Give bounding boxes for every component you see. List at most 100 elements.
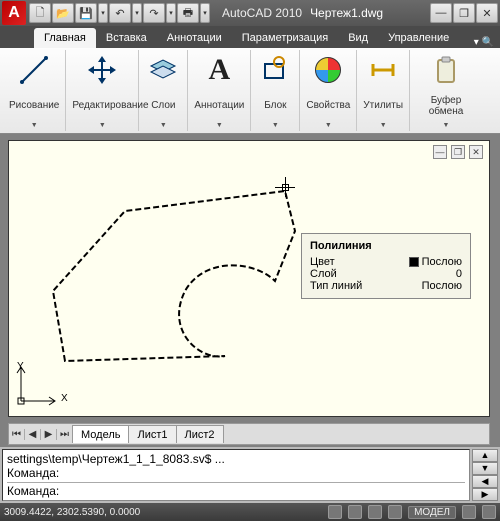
- command-prompt[interactable]: Команда:: [7, 482, 465, 498]
- tooltip-linetype-val: Послою: [422, 280, 462, 292]
- measure-icon: [365, 52, 401, 88]
- tab-parametric[interactable]: Параметризация: [232, 28, 338, 48]
- panel-layers[interactable]: Слои ▼: [139, 50, 188, 131]
- panel-label: Слои: [151, 100, 175, 111]
- tab-home[interactable]: Главная: [34, 28, 96, 48]
- command-hist-line: settings\temp\Чертеж1_1_1_8083.sv$ ...: [7, 452, 465, 466]
- qat-save-drop[interactable]: ▾: [98, 3, 108, 23]
- model-space-button[interactable]: МОДЕЛ: [408, 506, 456, 519]
- panel-annotation[interactable]: A Аннотации ▼: [188, 50, 251, 131]
- panel-drop-icon[interactable]: ▼: [160, 122, 167, 129]
- qat-print[interactable]: 🖶: [177, 3, 199, 23]
- tooltip-layer-key: Слой: [310, 268, 337, 280]
- ribbon-tabs: Главная Вставка Аннотации Параметризация…: [0, 26, 500, 48]
- coordinates-readout: 3009.4422, 2302.5390, 0.0000: [4, 507, 140, 518]
- qat-customize[interactable]: ▾: [200, 3, 210, 23]
- drawing-canvas[interactable]: — ❐ ✕ Полилиния ЦветПослою Слой0 Тип лин…: [8, 140, 490, 417]
- layout-tab-sheet2[interactable]: Лист2: [176, 425, 224, 443]
- ucs-y-label: Y: [17, 361, 24, 372]
- panel-label: Блок: [264, 100, 286, 111]
- panel-properties[interactable]: Свойства ▼: [300, 50, 357, 131]
- qat-save[interactable]: 💾: [75, 3, 97, 23]
- command-scrollbar[interactable]: ▲ ▼ ◀ ▶: [472, 449, 498, 501]
- panel-drop-icon[interactable]: ▼: [216, 122, 223, 129]
- status-toggle[interactable]: [388, 505, 402, 519]
- entity-tooltip: Полилиния ЦветПослою Слой0 Тип линийПосл…: [301, 233, 471, 299]
- panel-drop-icon[interactable]: ▼: [272, 122, 279, 129]
- scroll-left-icon[interactable]: ◀: [472, 475, 498, 488]
- tooltip-title: Полилиния: [310, 240, 462, 252]
- panel-drop-icon[interactable]: ▼: [31, 122, 38, 129]
- polyline-object[interactable]: [45, 171, 345, 396]
- layout-tab-model[interactable]: Модель: [72, 425, 129, 443]
- status-toggle[interactable]: [348, 505, 362, 519]
- viewport-maximize[interactable]: ❐: [451, 145, 465, 159]
- command-hist-line: Команда:: [7, 466, 465, 480]
- command-line-area: settings\temp\Чертеж1_1_1_8083.sv$ ... К…: [0, 447, 500, 503]
- layers-icon: [145, 52, 181, 88]
- tooltip-color-val: Послою: [422, 256, 462, 268]
- scroll-down-icon[interactable]: ▼: [472, 462, 498, 475]
- block-icon: [257, 52, 293, 88]
- panel-drop-icon[interactable]: ▼: [99, 122, 106, 129]
- scroll-right-icon[interactable]: ▶: [472, 488, 498, 501]
- panel-label: Утилиты: [363, 100, 403, 111]
- viewport-close[interactable]: ✕: [469, 145, 483, 159]
- workspace: — ❐ ✕ Полилиния ЦветПослою Слой0 Тип лин…: [0, 134, 500, 447]
- layout-tabs: ⏮ ◀ ▶ ⏭ Модель Лист1 Лист2: [8, 423, 490, 445]
- minimize-button[interactable]: —: [430, 3, 452, 23]
- panel-drop-icon[interactable]: ▼: [443, 122, 450, 129]
- tab-insert[interactable]: Вставка: [96, 28, 157, 48]
- ribbon: Рисование ▼ Редактирование ▼ Слои ▼ A Ан…: [0, 48, 500, 134]
- clipboard-icon: [428, 52, 464, 88]
- status-bar: 3009.4422, 2302.5390, 0.0000 МОДЕЛ: [0, 503, 500, 521]
- file-name: Чертеж1.dwg: [310, 6, 383, 20]
- ucs-icon: Y X: [15, 363, 59, 410]
- window-controls: — ❐ ✕: [429, 3, 498, 23]
- app-menu-button[interactable]: A: [2, 1, 26, 25]
- panel-drop-icon[interactable]: ▼: [325, 122, 332, 129]
- tab-annotate[interactable]: Аннотации: [157, 28, 232, 48]
- tooltip-layer-val: 0: [456, 268, 462, 280]
- qat-redo[interactable]: ↷: [143, 3, 165, 23]
- tab-manage[interactable]: Управление: [378, 28, 459, 48]
- tab-view[interactable]: Вид: [338, 28, 378, 48]
- viewport-minimize[interactable]: —: [433, 145, 447, 159]
- status-toggle[interactable]: [482, 505, 496, 519]
- panel-clipboard[interactable]: Буфер обмена ▼: [410, 50, 482, 131]
- qat-open[interactable]: 📂: [52, 3, 74, 23]
- qat-redo-drop[interactable]: ▾: [166, 3, 176, 23]
- panel-block[interactable]: Блок ▼: [251, 50, 300, 131]
- layout-nav-first[interactable]: ⏮: [9, 429, 25, 440]
- line-icon: [16, 52, 52, 88]
- text-icon: A: [201, 52, 237, 88]
- qat-undo[interactable]: ↶: [109, 3, 131, 23]
- panel-label: Аннотации: [194, 100, 244, 111]
- panel-label: Редактирование: [72, 100, 132, 111]
- status-toggle[interactable]: [368, 505, 382, 519]
- maximize-button[interactable]: ❐: [453, 3, 475, 23]
- app-title: AutoCAD 2010: [222, 6, 302, 20]
- color-swatch-icon: [409, 257, 419, 267]
- command-history[interactable]: settings\temp\Чертеж1_1_1_8083.sv$ ... К…: [2, 449, 470, 501]
- close-button[interactable]: ✕: [476, 3, 498, 23]
- panel-utilities[interactable]: Утилиты ▼: [357, 50, 410, 131]
- panel-draw[interactable]: Рисование ▼: [3, 50, 66, 131]
- viewport-controls: — ❐ ✕: [433, 145, 483, 159]
- qat-undo-drop[interactable]: ▾: [132, 3, 142, 23]
- layout-nav-last[interactable]: ⏭: [57, 429, 73, 440]
- panel-drop-icon[interactable]: ▼: [380, 122, 387, 129]
- ribbon-extra[interactable]: ▾ 🔍: [468, 37, 500, 48]
- move-icon: [84, 52, 120, 88]
- status-toggle[interactable]: [462, 505, 476, 519]
- status-toggle[interactable]: [328, 505, 342, 519]
- layout-nav-prev[interactable]: ◀: [25, 429, 41, 440]
- scroll-up-icon[interactable]: ▲: [472, 449, 498, 462]
- panel-label: Свойства: [306, 100, 350, 111]
- layout-nav-next[interactable]: ▶: [41, 429, 57, 440]
- qat-new[interactable]: 🗋: [29, 3, 51, 23]
- panel-label: Рисование: [9, 100, 59, 111]
- layout-tab-sheet1[interactable]: Лист1: [128, 425, 176, 443]
- tooltip-color-key: Цвет: [310, 256, 335, 268]
- panel-modify[interactable]: Редактирование ▼: [66, 50, 139, 131]
